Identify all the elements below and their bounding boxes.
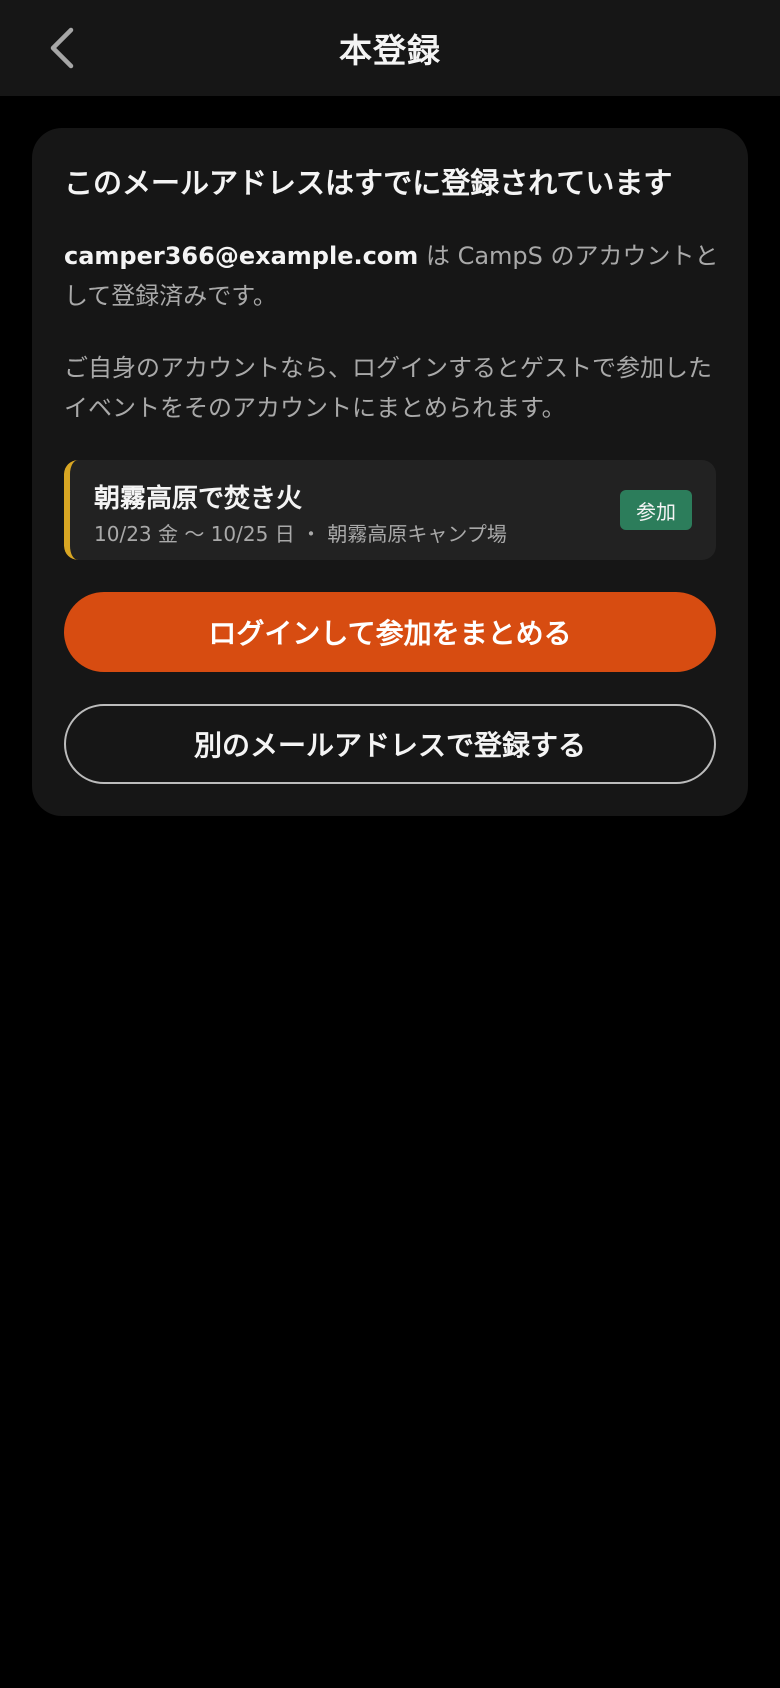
chevron-left-icon xyxy=(50,27,74,69)
card-heading: このメールアドレスはすでに登録されています xyxy=(64,166,673,200)
email-address: camper366@example.com xyxy=(64,242,419,270)
login-hint: ご自身のアカウントなら、ログインするとゲストで参加したイベントをそのアカウントに… xyxy=(64,354,712,422)
page-title: 本登録 xyxy=(339,31,441,70)
event-meta: 10/23 金 〜 10/25 日 ・ 朝霧高原キャンプ場 xyxy=(94,522,507,546)
registered-message: camper366@example.com は CampS のアカウントとして登… xyxy=(64,236,724,316)
event-accent-bar xyxy=(64,460,78,560)
event-card: 朝霧高原で焚き火 10/23 金 〜 10/25 日 ・ 朝霧高原キャンプ場 参… xyxy=(64,460,716,560)
register-other-email-button[interactable]: 別のメールアドレスで登録する xyxy=(64,704,716,784)
event-title: 朝霧高原で焚き火 xyxy=(94,484,303,514)
app-header: 本登録 xyxy=(0,0,780,96)
account-exists-card: このメールアドレスはすでに登録されています camper366@example.… xyxy=(32,128,748,816)
login-merge-button[interactable]: ログインして参加をまとめる xyxy=(64,592,716,672)
back-button[interactable] xyxy=(34,20,90,76)
status-badge: 参加 xyxy=(620,490,692,530)
